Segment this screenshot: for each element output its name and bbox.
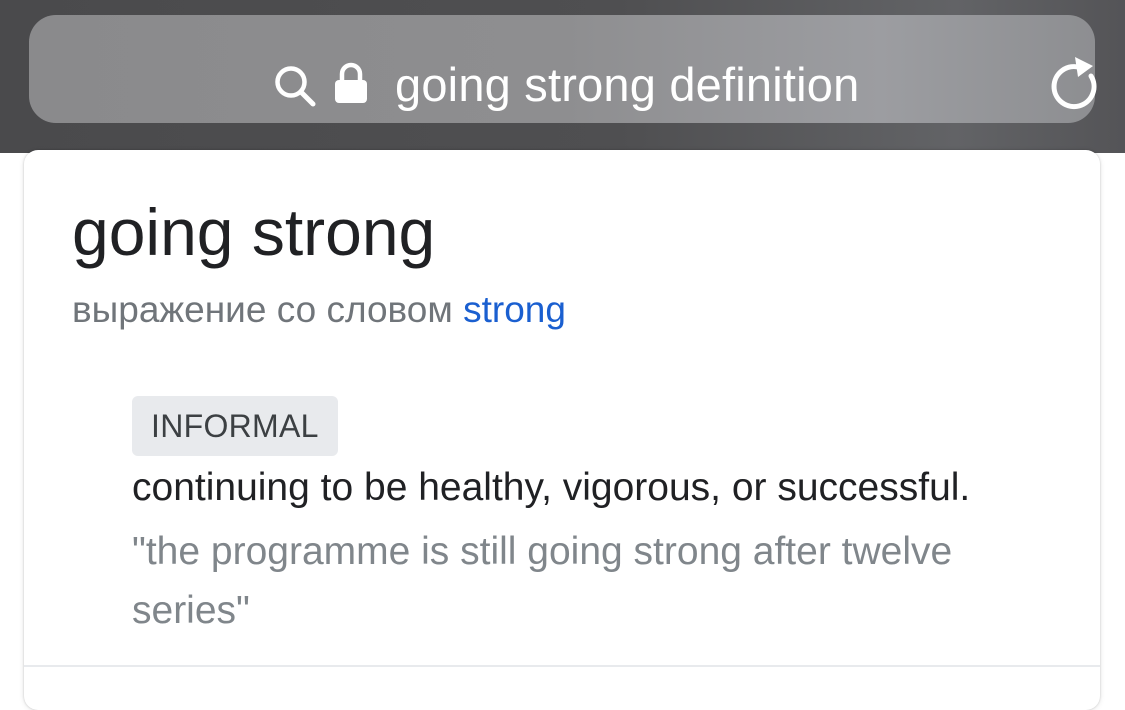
- search-icon: [273, 64, 319, 110]
- browser-toolbar: going strong definition: [0, 0, 1125, 153]
- register-badge: INFORMAL: [132, 396, 338, 456]
- phrase-subtitle: выражение со словом strong: [72, 286, 566, 334]
- url-text[interactable]: going strong definition: [395, 53, 859, 117]
- example-sentence: "the programme is still going strong aft…: [132, 530, 953, 632]
- definition-text: continuing to be healthy, vigorous, or s…: [132, 466, 971, 509]
- card-divider: [24, 665, 1100, 667]
- lock-icon: [334, 62, 368, 104]
- address-bar[interactable]: going strong definition: [29, 15, 1097, 123]
- reload-icon[interactable]: [1047, 55, 1103, 113]
- definition-card: going strong выражение со словом strong …: [24, 150, 1100, 710]
- subtitle-prefix: выражение со словом: [72, 289, 453, 330]
- related-word-link[interactable]: strong: [463, 289, 566, 330]
- headword: going strong: [72, 195, 436, 269]
